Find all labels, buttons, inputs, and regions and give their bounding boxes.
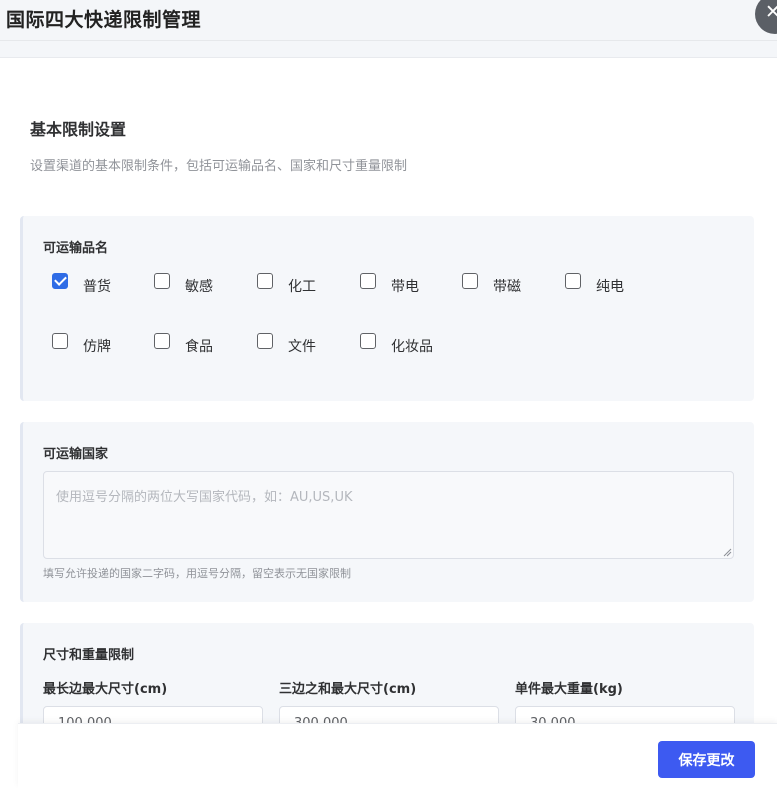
dialog-title: 国际四大快递限制管理 bbox=[6, 9, 202, 31]
checkbox-label: 食品 bbox=[185, 339, 213, 355]
checkbox-box[interactable] bbox=[360, 273, 376, 289]
section-description: 设置渠道的基本限制条件，包括可运输品名、国家和尺寸重量限制 bbox=[30, 159, 408, 174]
save-button[interactable]: 保存更改 bbox=[658, 741, 755, 778]
countries-hint: 填写允许投递的国家二字码，用逗号分隔，留空表示无国家限制 bbox=[43, 567, 351, 580]
checkbox-box[interactable] bbox=[52, 333, 68, 349]
products-label: 可运输品名 bbox=[43, 241, 109, 256]
checkbox-label: 敏感 bbox=[185, 279, 213, 295]
countries-card: 可运输国家 填写允许投递的国家二字码，用逗号分隔，留空表示无国家限制 bbox=[20, 422, 754, 602]
products-card: 可运输品名 普货 敏感 化工 带电 带磁 纯电 仿牌 食品 文件 化妆品 bbox=[20, 216, 754, 401]
checkbox-box[interactable] bbox=[360, 333, 376, 349]
section-title: 基本限制设置 bbox=[30, 120, 127, 139]
checkbox-box[interactable] bbox=[154, 333, 170, 349]
max-sum-sides-label: 三边之和最大尺寸(cm) bbox=[279, 682, 417, 697]
checkbox-label: 纯电 bbox=[596, 279, 624, 295]
checkbox-box[interactable] bbox=[257, 333, 273, 349]
checkbox-label: 文件 bbox=[288, 339, 316, 355]
checkbox-label: 化工 bbox=[288, 279, 316, 295]
checkbox-label: 化妆品 bbox=[391, 339, 433, 355]
dialog-header: 国际四大快递限制管理 bbox=[0, 0, 777, 41]
size-weight-label: 尺寸和重量限制 bbox=[43, 648, 135, 663]
header-divider bbox=[0, 41, 777, 58]
dialog-footer: 保存更改 bbox=[18, 723, 777, 788]
size-weight-card: 尺寸和重量限制 最长边最大尺寸(cm) 三边之和最大尺寸(cm) 单件最大重量(… bbox=[20, 623, 754, 740]
checkbox-box[interactable] bbox=[257, 273, 273, 289]
countries-label: 可运输国家 bbox=[43, 447, 109, 462]
checkbox-label: 普货 bbox=[83, 279, 111, 295]
checkbox-box[interactable] bbox=[154, 273, 170, 289]
checkbox-box[interactable] bbox=[462, 273, 478, 289]
checkbox-label: 带磁 bbox=[493, 279, 521, 295]
checkbox-box[interactable] bbox=[565, 273, 581, 289]
checkbox-label: 带电 bbox=[391, 279, 419, 295]
max-weight-label: 单件最大重量(kg) bbox=[515, 682, 623, 697]
countries-textarea[interactable] bbox=[43, 471, 734, 559]
resize-grip-icon[interactable] bbox=[723, 548, 732, 557]
close-icon: ✕ bbox=[765, 1, 777, 23]
checkbox-box[interactable] bbox=[52, 273, 68, 289]
checkbox-label: 仿牌 bbox=[83, 339, 111, 355]
max-longest-side-label: 最长边最大尺寸(cm) bbox=[43, 682, 168, 697]
